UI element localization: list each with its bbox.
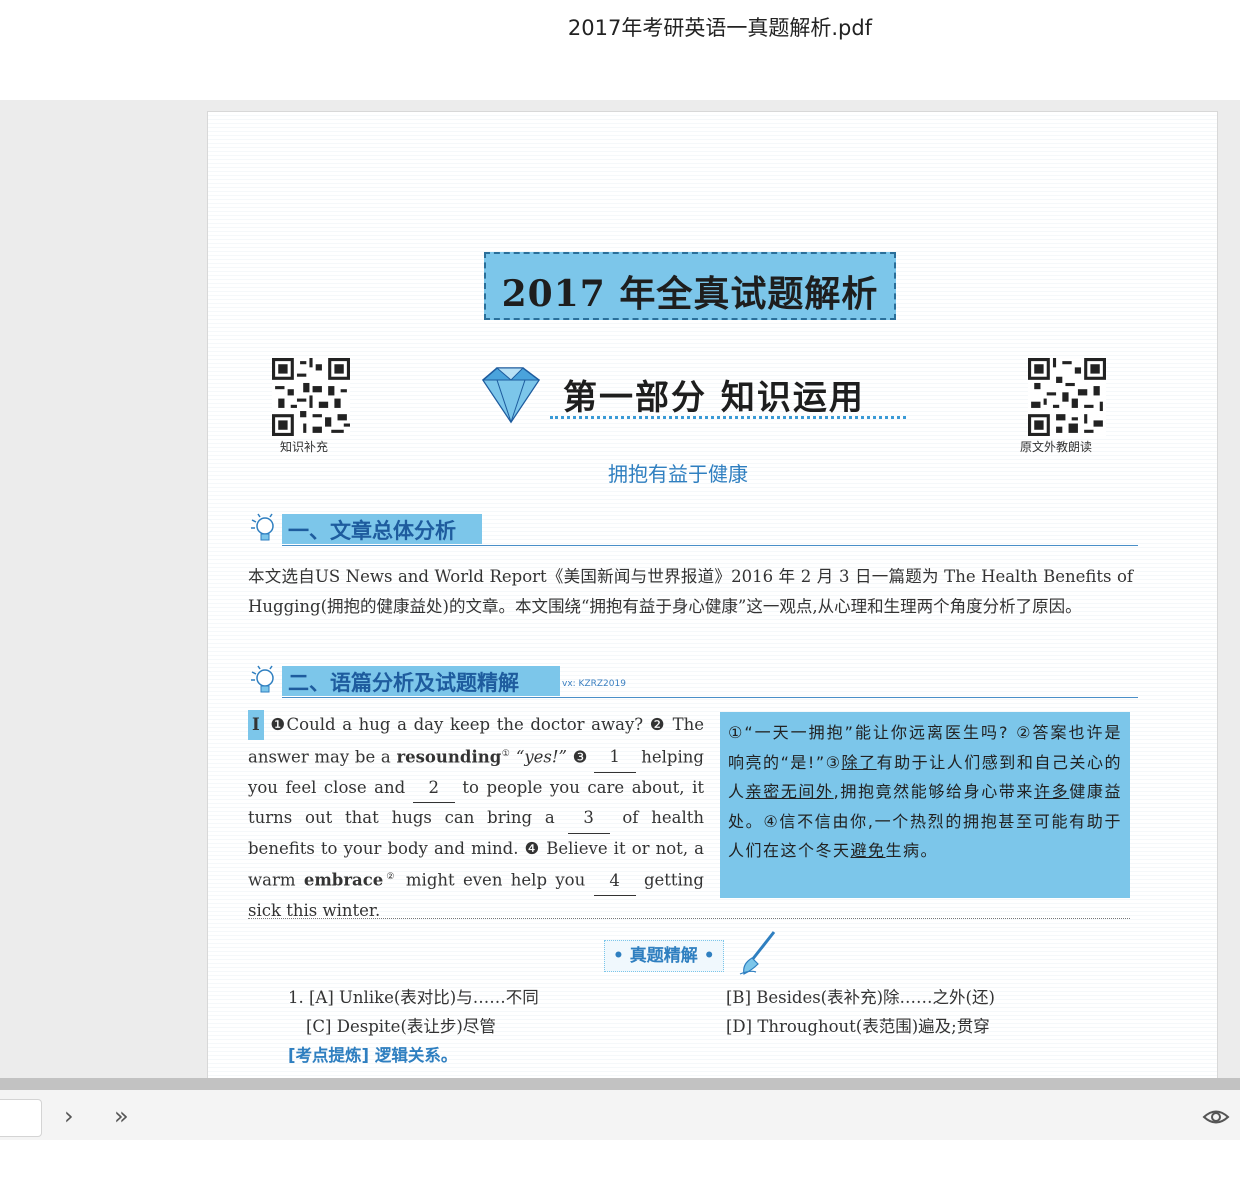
- answer-blank-3: 3: [567, 803, 610, 834]
- section-heading-label: 二、语篇分析及试题精解: [288, 671, 519, 695]
- qr-left-caption: 知识补充: [280, 440, 329, 454]
- last-page-button[interactable]: »: [114, 1102, 129, 1130]
- qr-code-left: [272, 358, 350, 436]
- article-subtitle: 拥抱有益于健康: [608, 462, 748, 486]
- passage-text: ❸: [572, 747, 588, 766]
- passage-text: “yes!”: [515, 747, 567, 766]
- zhenti-label-box: • 真题精解 •: [604, 940, 724, 972]
- next-page-button[interactable]: ›: [64, 1102, 74, 1130]
- eye-icon[interactable]: [1202, 1106, 1230, 1128]
- section-heading-rule: [282, 697, 1138, 698]
- answer-blank-4: 4: [593, 866, 636, 896]
- clipped-text-line: [288, 1070, 1128, 1078]
- vocab-word: embrace: [303, 870, 384, 890]
- translation-keyword: 亲密无间外: [745, 782, 834, 801]
- part-title-underline: [550, 416, 906, 419]
- bottom-blank-area: [0, 1140, 1240, 1180]
- translation-text: 生病。: [885, 841, 939, 860]
- page-number-input[interactable]: [0, 1099, 42, 1137]
- lightbulb-icon: [251, 513, 274, 541]
- section-heading-rule: [282, 545, 1138, 546]
- main-title-box: 2017 年全真试题解析: [484, 252, 896, 320]
- chinese-translation-box: ①“一天一拥抱”能让你远离医生吗? ②答案也许是响亮的“是!”③除了有助于让人们…: [720, 712, 1130, 898]
- zhenti-label: • 真题精解 •: [613, 946, 715, 966]
- window-title-bar: 2017年考研英语一真题解析.pdf: [0, 0, 1240, 100]
- qr-right-caption: 原文外教朗读: [1020, 440, 1093, 454]
- qr-code-image: [272, 358, 350, 436]
- footnote-mark: ②: [383, 872, 398, 882]
- section-heading-2: 二、语篇分析及试题精解 vx: KZRZ2019: [248, 664, 1138, 698]
- pdf-viewer-area[interactable]: 2017 年全真试题解析 知识补充 第一部分 知识运用 原文外教朗读 拥抱有益于…: [0, 100, 1240, 1078]
- section-heading-label: 一、文章总体分析: [288, 519, 456, 543]
- section-separator: [248, 918, 1130, 919]
- option-a: 1. [A] Unlike(表对比)与……不同: [288, 988, 539, 1007]
- passage-text: might even help you: [405, 870, 586, 890]
- qr-code-image: [1028, 358, 1106, 436]
- footnote-mark: ①: [501, 748, 511, 759]
- lightbulb-icon: [251, 665, 274, 693]
- section1-paragraph: 本文选自US News and World Report《美国新闻与世界报道》2…: [248, 567, 1133, 616]
- double-chevron-right-icon: »: [114, 1102, 129, 1130]
- option-c: [C] Despite(表让步)尽管: [306, 1017, 496, 1036]
- translation-text: ,拥抱竟然能够给身心带来: [833, 782, 1035, 801]
- answer-blank-2: 2: [412, 773, 455, 803]
- qr-code-right: [1028, 358, 1106, 436]
- pdf-page: 2017 年全真试题解析 知识补充 第一部分 知识运用 原文外教朗读 拥抱有益于…: [207, 111, 1218, 1078]
- paragraph-number: Ⅰ: [248, 710, 264, 740]
- option-d: [D] Throughout(表范围)遍及;贯穿: [726, 1017, 990, 1036]
- main-title: 2017 年全真试题解析: [501, 273, 879, 315]
- bottom-toolbar: › »: [0, 1090, 1240, 1140]
- diamond-icon: [482, 367, 541, 424]
- section-heading-1: 一、文章总体分析: [248, 512, 1138, 546]
- answer-blank-1: 1: [593, 742, 636, 773]
- document-title: 2017年考研英语一真题解析.pdf: [567, 16, 873, 40]
- chevron-right-icon: ›: [64, 1102, 74, 1130]
- translation-keyword: 许多: [1034, 782, 1070, 801]
- vocab-word: resounding: [396, 747, 502, 766]
- horizontal-scrollbar[interactable]: [0, 1078, 1240, 1090]
- brush-icon: [739, 931, 776, 975]
- part-title: 第一部分 知识运用: [563, 378, 865, 418]
- option-b: [B] Besides(表补充)除……之外(还): [726, 988, 995, 1007]
- watermark-text: vx: KZRZ2019: [562, 679, 626, 689]
- kaodian-label: [考点提炼] 逻辑关系。: [288, 1046, 458, 1065]
- translation-keyword: 避免: [850, 841, 886, 860]
- translation-keyword: 除了: [841, 752, 877, 772]
- english-passage: Ⅰ ❶Could a hug a day keep the doctor awa…: [248, 710, 704, 926]
